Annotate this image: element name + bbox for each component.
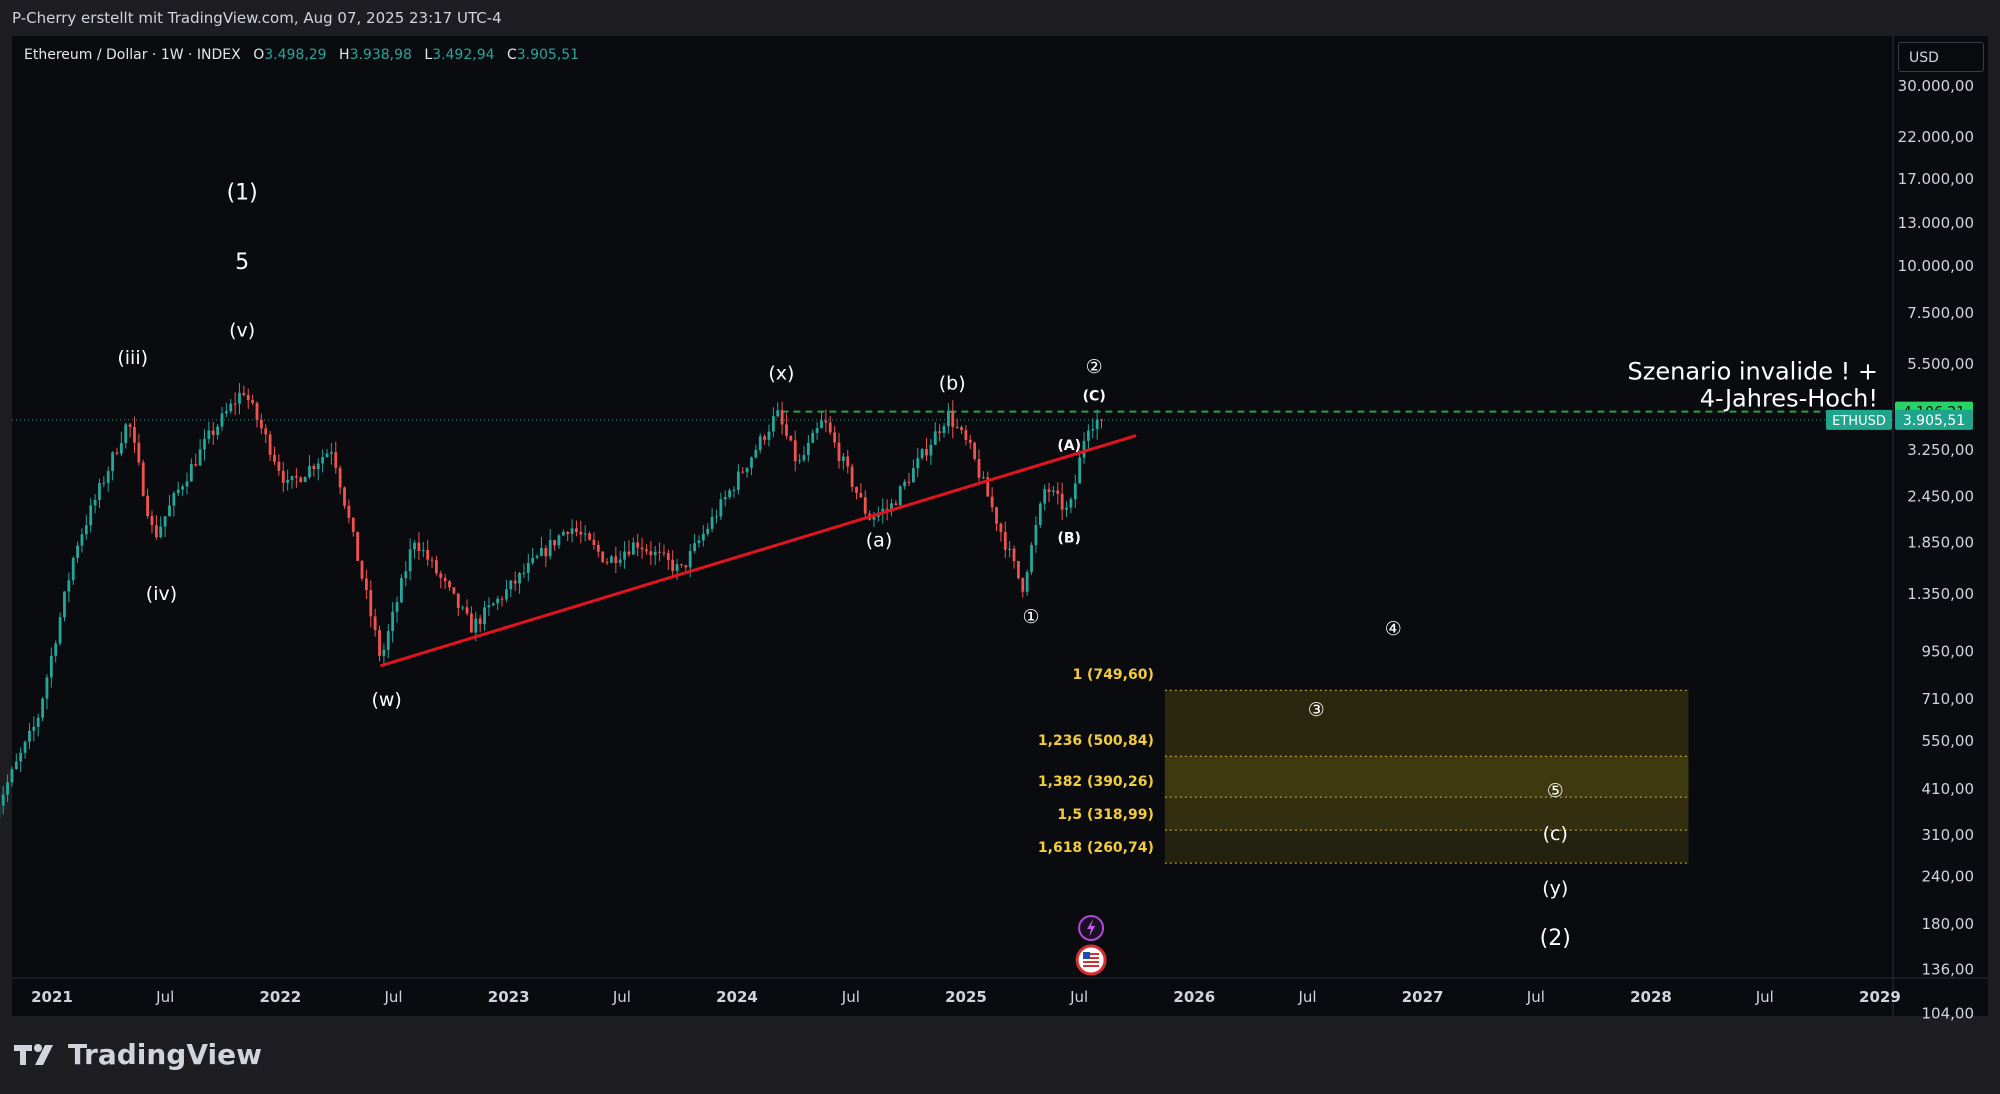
symbol-title: Ethereum / Dollar · 1W · INDEX xyxy=(24,47,241,63)
chart-credit: P-Cherry erstellt mit TradingView.com, A… xyxy=(12,9,502,27)
close-label: C xyxy=(506,47,517,63)
open-label: O xyxy=(253,47,265,63)
tradingview-logo-icon xyxy=(14,1043,53,1065)
candle-body xyxy=(6,782,9,795)
high-label: H xyxy=(339,47,350,63)
tradingview-logo[interactable]: TradingView xyxy=(14,1038,262,1071)
candle-body xyxy=(1,794,5,806)
currency-selector[interactable]: USD xyxy=(1898,42,1984,72)
symbol-header: Ethereum / Dollar · 1W · INDEX O3.498,29… xyxy=(24,47,579,63)
close-value: 3.905,51 xyxy=(516,47,580,63)
low-value: 3.492,94 xyxy=(432,47,495,63)
low-label: L xyxy=(424,47,433,63)
open-value: 3.498,29 xyxy=(264,47,327,63)
high-value: 3.938,98 xyxy=(349,47,412,63)
tradingview-wordmark: TradingView xyxy=(68,1038,262,1071)
chart-panel[interactable] xyxy=(12,36,1988,1016)
